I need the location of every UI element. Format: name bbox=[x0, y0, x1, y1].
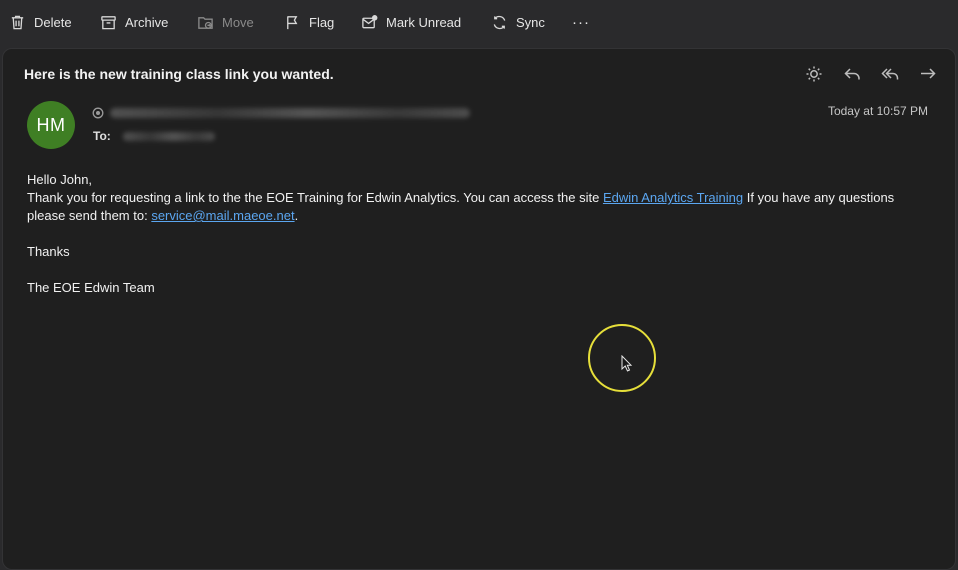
sun-icon[interactable] bbox=[805, 65, 823, 83]
mark-unread-label: Mark Unread bbox=[386, 14, 462, 30]
flag-icon bbox=[287, 15, 298, 29]
folder-move-icon bbox=[198, 16, 213, 29]
sync-label: Sync bbox=[516, 14, 545, 30]
recipient-redacted bbox=[122, 131, 215, 141]
toolbar: Delete Archive Move Flag Mark Unread Syn… bbox=[0, 0, 958, 44]
sync-button[interactable]: Sync bbox=[491, 7, 545, 37]
trash-icon bbox=[11, 15, 24, 29]
mouse-cursor-icon bbox=[621, 355, 633, 372]
body-paragraph: Thank you for requesting a link to the t… bbox=[27, 189, 937, 225]
sender-name-redacted bbox=[110, 108, 470, 118]
message-subject: Here is the new training class link you … bbox=[24, 66, 334, 82]
avatar-initials: HM bbox=[36, 114, 66, 135]
sender-row bbox=[92, 107, 470, 119]
envelope-icon bbox=[362, 14, 378, 28]
thanks: Thanks bbox=[27, 244, 70, 259]
delete-button[interactable]: Delete bbox=[9, 7, 72, 37]
forward-icon[interactable] bbox=[919, 65, 937, 83]
more-button[interactable]: ··· bbox=[572, 7, 590, 37]
reply-icon[interactable] bbox=[843, 65, 861, 83]
sync-icon bbox=[493, 15, 506, 29]
recipient-row: To: bbox=[93, 129, 215, 143]
move-button[interactable]: Move bbox=[197, 7, 254, 37]
message-pane: Here is the new training class link you … bbox=[2, 48, 956, 570]
archive-button[interactable]: Archive bbox=[100, 7, 168, 37]
archive-icon bbox=[101, 15, 116, 29]
email-link[interactable]: service@mail.maeoe.net bbox=[151, 208, 294, 223]
sender-status-icon bbox=[92, 107, 104, 119]
more-icon: ··· bbox=[572, 13, 590, 31]
move-label: Move bbox=[222, 14, 254, 30]
to-label: To: bbox=[93, 129, 111, 143]
reply-all-icon[interactable] bbox=[881, 65, 899, 83]
delete-label: Delete bbox=[34, 14, 72, 30]
message-actions bbox=[805, 65, 937, 83]
body-text-4: . bbox=[294, 208, 299, 223]
body-text-2: If you have any questions bbox=[743, 190, 895, 205]
message-body: Hello John, Thank you for requesting a l… bbox=[27, 171, 937, 297]
mark-unread-button[interactable]: Mark Unread bbox=[361, 7, 461, 37]
flag-label: Flag bbox=[309, 14, 335, 30]
message-timestamp: Today at 10:57 PM bbox=[827, 104, 928, 118]
body-text-3: please send them to: bbox=[27, 208, 152, 223]
archive-label: Archive bbox=[125, 14, 169, 30]
greeting: Hello John, bbox=[27, 172, 93, 187]
avatar: HM bbox=[27, 101, 75, 149]
training-link[interactable]: Edwin Analytics Training bbox=[603, 190, 743, 205]
signature: The EOE Edwin Team bbox=[27, 280, 155, 295]
flag-button[interactable]: Flag bbox=[284, 7, 334, 37]
body-text-1: Thank you for requesting a link to the t… bbox=[27, 190, 603, 205]
